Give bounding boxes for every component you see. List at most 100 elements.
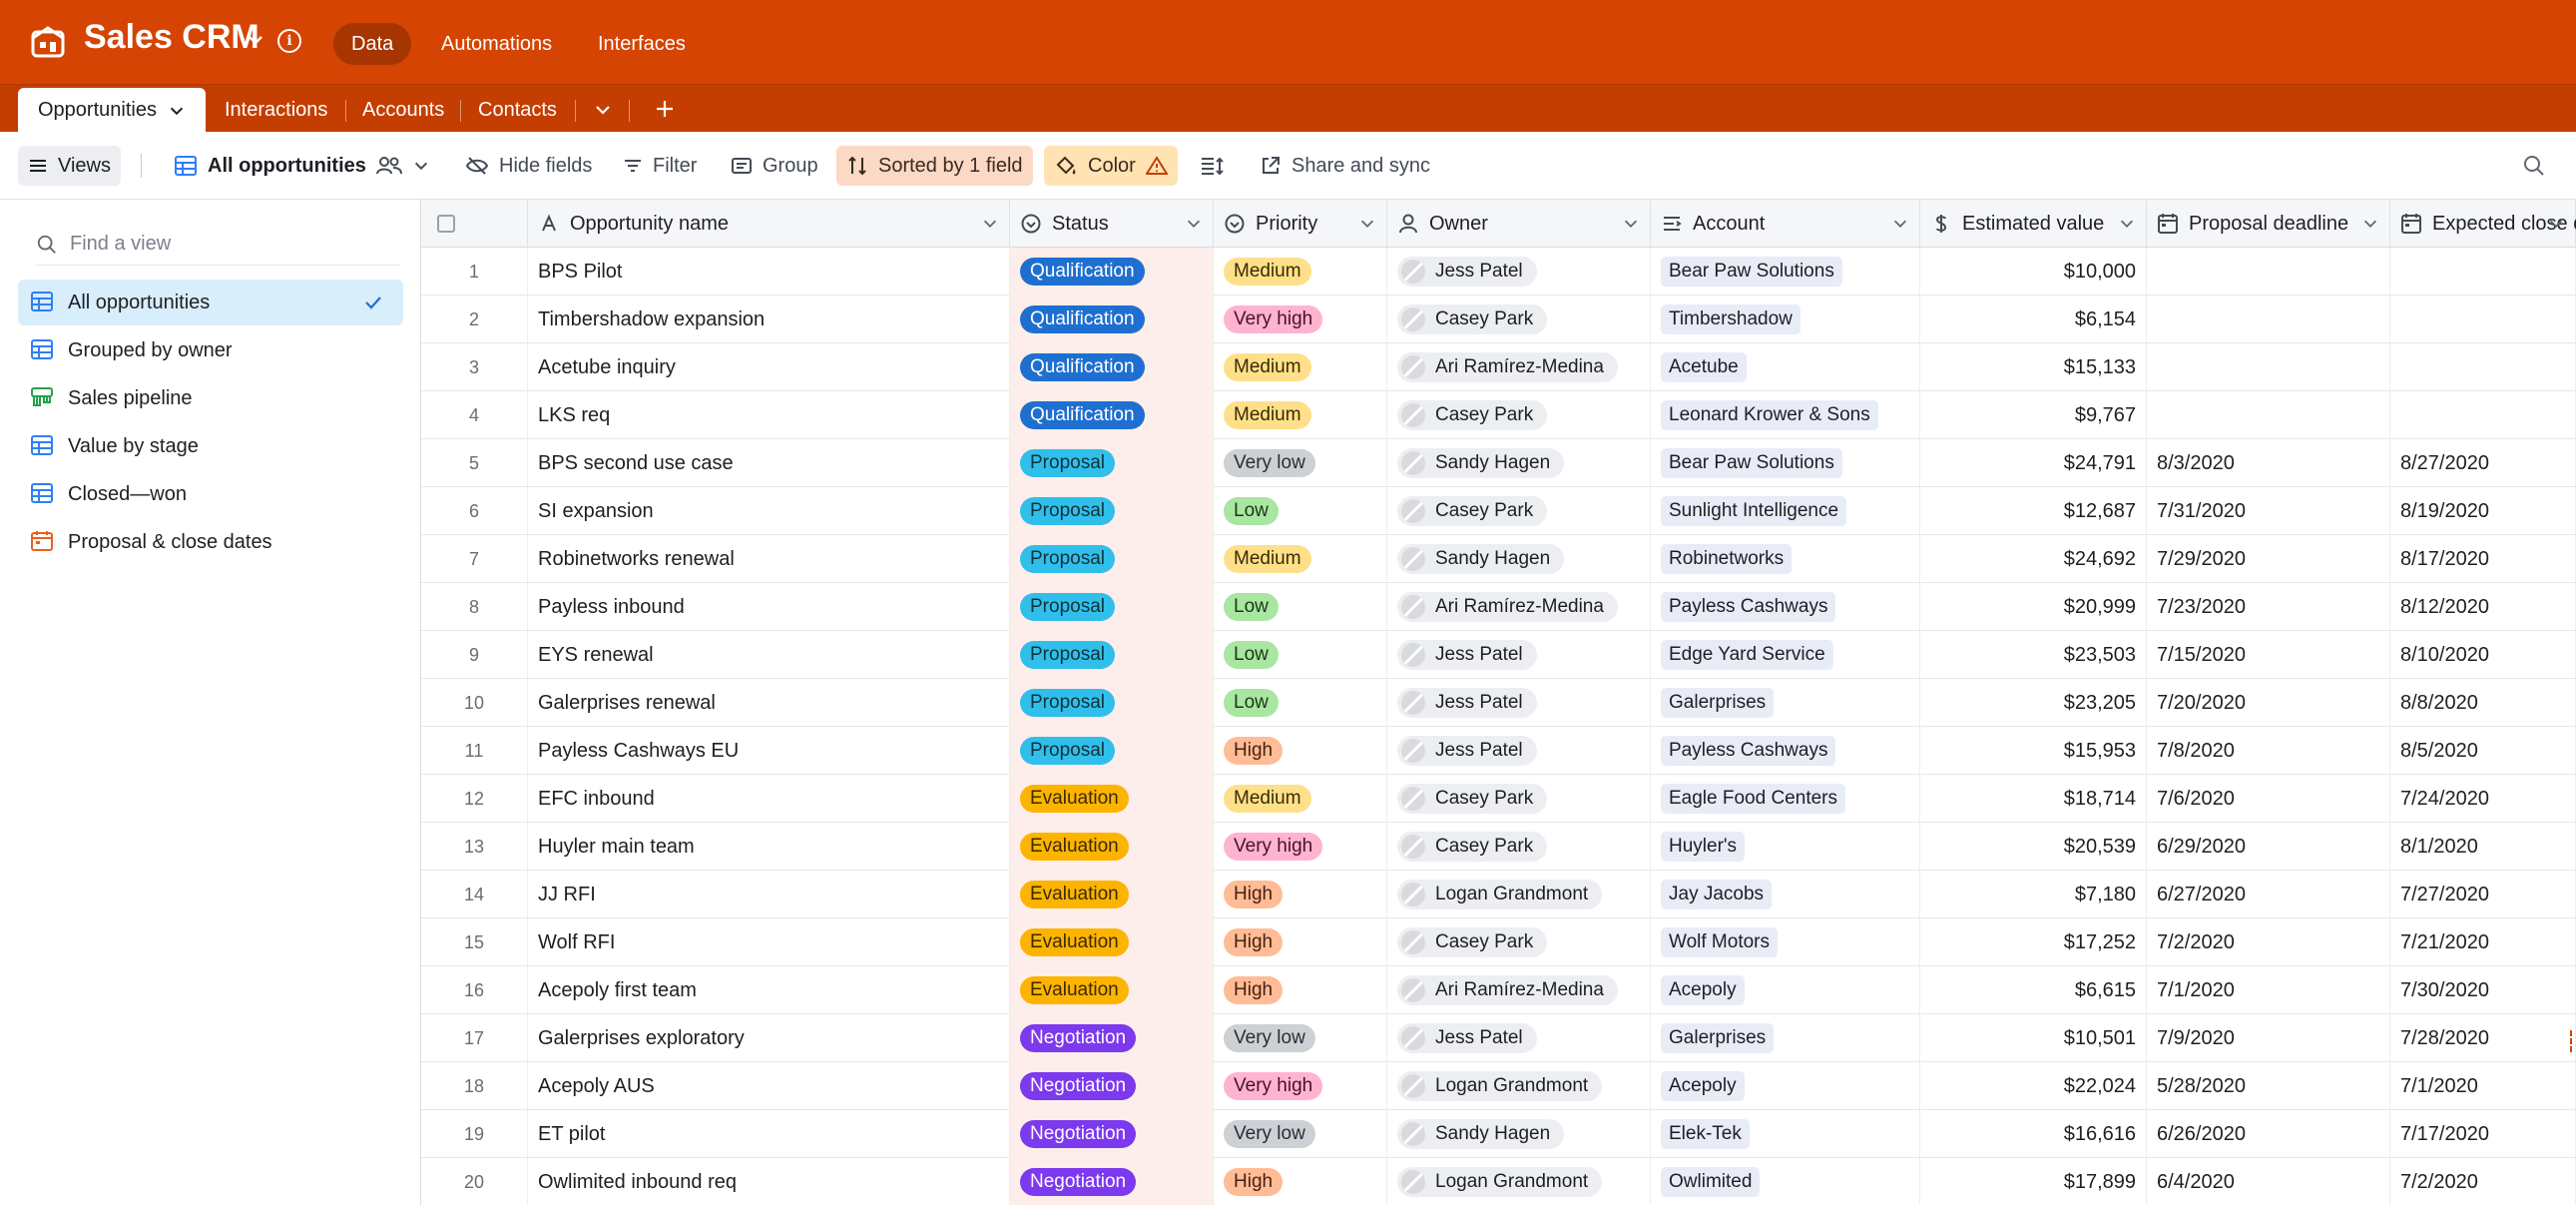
sidebar-view-item[interactable]: All opportunities	[18, 280, 403, 325]
close-cell[interactable]: 8/5/2020	[2390, 727, 2576, 775]
close-cell[interactable]: 8/10/2020	[2390, 631, 2576, 679]
table-row[interactable]: 17 Galerprises exploratory Negotiation Very…	[421, 1014, 2576, 1062]
status-cell[interactable]: Proposal	[1010, 487, 1214, 535]
priority-cell[interactable]: Medium	[1214, 535, 1387, 583]
n-cell[interactable]: 13	[421, 823, 528, 871]
status-cell[interactable]: Qualification	[1010, 248, 1214, 296]
priority-cell[interactable]: Very low	[1214, 1014, 1387, 1062]
name-cell[interactable]: Acepoly AUS	[528, 1062, 1010, 1110]
chevron-down-icon[interactable]	[1622, 215, 1640, 233]
sort-button[interactable]: Sorted by 1 field	[836, 146, 1033, 186]
status-cell[interactable]: Proposal	[1010, 535, 1214, 583]
close-cell[interactable]: 7/28/2020	[2390, 1014, 2576, 1062]
table-row[interactable]: 3 Acetube inquiry Qualification Medium Ari R…	[421, 343, 2576, 391]
value-cell[interactable]: $20,539	[1920, 823, 2147, 871]
table-row[interactable]: 10 Galerprises renewal Proposal Low Jess Pat…	[421, 679, 2576, 727]
proposal-cell[interactable]: 6/26/2020	[2147, 1110, 2390, 1158]
table-row[interactable]: 19 ET pilot Negotiation Very low Sandy Hagen…	[421, 1110, 2576, 1158]
value-cell[interactable]: $23,205	[1920, 679, 2147, 727]
proposal-cell[interactable]: 7/2/2020	[2147, 918, 2390, 966]
account-cell[interactable]: Jay Jacobs	[1651, 871, 1920, 918]
proposal-cell[interactable]: 7/29/2020	[2147, 535, 2390, 583]
account-cell[interactable]: Owlimited	[1651, 1158, 1920, 1205]
status-cell[interactable]: Evaluation	[1010, 918, 1214, 966]
close-cell[interactable]	[2390, 248, 2576, 296]
priority-cell[interactable]: Medium	[1214, 775, 1387, 823]
table-row[interactable]: 8 Payless inbound Proposal Low Ari Ramírez-M…	[421, 583, 2576, 631]
name-cell[interactable]: EFC inbound	[528, 775, 1010, 823]
account-cell[interactable]: Payless Cashways	[1651, 583, 1920, 631]
value-cell[interactable]: $10,000	[1920, 248, 2147, 296]
value-cell[interactable]: $17,899	[1920, 1158, 2147, 1205]
n-cell[interactable]: 12	[421, 775, 528, 823]
account-cell[interactable]: Robinetworks	[1651, 535, 1920, 583]
name-cell[interactable]: ET pilot	[528, 1110, 1010, 1158]
column-header[interactable]: Status	[1010, 200, 1214, 248]
name-cell[interactable]: Payless Cashways EU	[528, 727, 1010, 775]
account-cell[interactable]: Wolf Motors	[1651, 918, 1920, 966]
proposal-cell[interactable]: 6/4/2020	[2147, 1158, 2390, 1205]
chevron-down-icon[interactable]	[2547, 215, 2565, 233]
status-cell[interactable]: Negotiation	[1010, 1014, 1214, 1062]
priority-cell[interactable]: Low	[1214, 487, 1387, 535]
priority-cell[interactable]: Very low	[1214, 1110, 1387, 1158]
n-cell[interactable]: 1	[421, 248, 528, 296]
column-header[interactable]: Estimated value	[1920, 200, 2147, 248]
table-row[interactable]: 15 Wolf RFI Evaluation High Casey Park Wolf M…	[421, 918, 2576, 966]
chevron-down-icon[interactable]	[1358, 215, 1376, 233]
n-cell[interactable]: 3	[421, 343, 528, 391]
account-cell[interactable]: Acepoly	[1651, 1062, 1920, 1110]
status-cell[interactable]: Qualification	[1010, 343, 1214, 391]
table-row[interactable]: 18 Acepoly AUS Negotiation Very high Logan G…	[421, 1062, 2576, 1110]
status-cell[interactable]: Qualification	[1010, 296, 1214, 343]
sidebar-view-item[interactable]: Grouped by owner	[18, 327, 403, 373]
n-cell[interactable]: 8	[421, 583, 528, 631]
status-cell[interactable]: Proposal	[1010, 439, 1214, 487]
current-view-button[interactable]: All opportunities	[164, 146, 440, 186]
name-cell[interactable]: LKS req	[528, 391, 1010, 439]
name-cell[interactable]: EYS renewal	[528, 631, 1010, 679]
status-cell[interactable]: Evaluation	[1010, 775, 1214, 823]
owner-cell[interactable]: Jess Patel	[1387, 1014, 1651, 1062]
priority-cell[interactable]: Very high	[1214, 823, 1387, 871]
account-cell[interactable]: Bear Paw Solutions	[1651, 439, 1920, 487]
proposal-cell[interactable]: 7/1/2020	[2147, 966, 2390, 1014]
chevron-down-icon[interactable]	[1185, 215, 1203, 233]
tab-contacts[interactable]: Contacts	[478, 88, 557, 132]
n-cell[interactable]: 7	[421, 535, 528, 583]
column-header[interactable]: Expected close date	[2390, 200, 2576, 248]
name-cell[interactable]: Galerprises exploratory	[528, 1014, 1010, 1062]
table-row[interactable]: 9 EYS renewal Proposal Low Jess Patel Edge Ya…	[421, 631, 2576, 679]
account-cell[interactable]: Galerprises	[1651, 679, 1920, 727]
account-cell[interactable]: Timbershadow	[1651, 296, 1920, 343]
owner-cell[interactable]: Jess Patel	[1387, 248, 1651, 296]
owner-cell[interactable]: Ari Ramírez-Medina	[1387, 343, 1651, 391]
value-cell[interactable]: $24,692	[1920, 535, 2147, 583]
owner-cell[interactable]: Casey Park	[1387, 296, 1651, 343]
sidebar-view-item[interactable]: Closed—won	[18, 471, 403, 517]
priority-cell[interactable]: Medium	[1214, 343, 1387, 391]
table-row[interactable]: 20 Owlimited inbound req Negotiation High Lo…	[421, 1158, 2576, 1205]
table-row[interactable]: 2 Timbershadow expansion Qualification Very…	[421, 296, 2576, 343]
close-cell[interactable]: 8/27/2020	[2390, 439, 2576, 487]
close-cell[interactable]: 7/30/2020	[2390, 966, 2576, 1014]
close-cell[interactable]: 8/8/2020	[2390, 679, 2576, 727]
value-cell[interactable]: $7,180	[1920, 871, 2147, 918]
priority-cell[interactable]: Low	[1214, 631, 1387, 679]
find-view-search[interactable]: Find a view	[36, 224, 399, 266]
add-table-icon[interactable]	[654, 98, 676, 120]
name-cell[interactable]: SI expansion	[528, 487, 1010, 535]
nav-interfaces[interactable]: Interfaces	[580, 23, 704, 65]
column-header[interactable]: Proposal deadline	[2147, 200, 2390, 248]
owner-cell[interactable]: Casey Park	[1387, 487, 1651, 535]
status-cell[interactable]: Proposal	[1010, 727, 1214, 775]
account-cell[interactable]: Huyler's	[1651, 823, 1920, 871]
proposal-cell[interactable]: 7/31/2020	[2147, 487, 2390, 535]
column-header[interactable]: Owner	[1387, 200, 1651, 248]
name-cell[interactable]: Timbershadow expansion	[528, 296, 1010, 343]
proposal-cell[interactable]: 7/8/2020	[2147, 727, 2390, 775]
proposal-cell[interactable]: 5/28/2020	[2147, 1062, 2390, 1110]
priority-cell[interactable]: Very low	[1214, 439, 1387, 487]
select-all-header[interactable]	[421, 200, 528, 248]
value-cell[interactable]: $18,714	[1920, 775, 2147, 823]
